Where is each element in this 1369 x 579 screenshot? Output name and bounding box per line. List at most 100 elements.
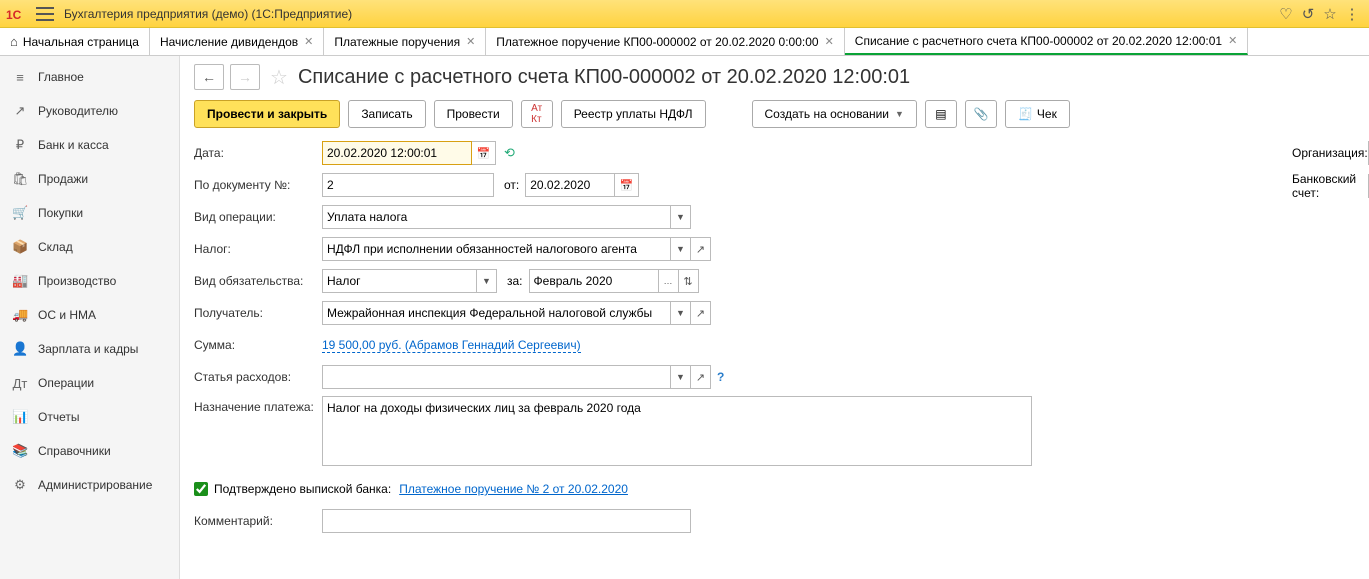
dtkt-button[interactable]: АтКт (521, 100, 553, 128)
chevron-down-icon[interactable]: ▼ (671, 205, 691, 229)
chevron-down-icon: ▼ (895, 109, 904, 119)
sidebar: ≡ Главное ↗Руководителю ₽Банк и касса 🛍Пр… (0, 56, 180, 579)
confirm-link[interactable]: Платежное поручение № 2 от 20.02.2020 (399, 482, 628, 496)
box-icon: 📦 (12, 239, 28, 255)
sidebar-item[interactable]: ⚙Администрирование (0, 468, 179, 502)
receipt-icon: 🧾 (1018, 107, 1033, 121)
close-icon[interactable]: ✕ (825, 35, 834, 48)
sidebar-item[interactable]: 🛒Покупки (0, 196, 179, 230)
favorite-star-icon[interactable]: ☆ (270, 65, 288, 90)
confirmed-checkbox[interactable] (194, 482, 208, 496)
open-icon[interactable]: ↗ (691, 237, 711, 261)
btn-label: Чек (1037, 107, 1057, 121)
recipient-select[interactable] (322, 301, 671, 325)
calendar-icon[interactable]: 📅 (472, 141, 496, 165)
cart-icon: 🛒 (12, 205, 28, 221)
check-button[interactable]: 🧾 Чек (1005, 100, 1070, 128)
logo-1c: 1С (6, 5, 28, 23)
tab-label: Платежное поручение КП00-000002 от 20.02… (496, 35, 818, 49)
sidebar-item[interactable]: ↗Руководителю (0, 94, 179, 128)
obligation-select[interactable] (322, 269, 477, 293)
btn-label: Провести и закрыть (207, 107, 327, 121)
post-button[interactable]: Провести (434, 100, 513, 128)
label-purpose: Назначение платежа: (194, 396, 322, 414)
docdate-input[interactable] (525, 173, 615, 197)
sidebar-item[interactable]: 📚Справочники (0, 434, 179, 468)
refresh-icon[interactable]: ⟲ (504, 145, 515, 161)
bell-icon[interactable]: ♡ (1275, 3, 1297, 25)
tab-label: Платежные поручения (334, 35, 460, 49)
close-icon[interactable]: ✕ (466, 35, 475, 48)
sidebar-item[interactable]: 📊Отчеты (0, 400, 179, 434)
sum-link[interactable]: 19 500,00 руб. (Абрамов Геннадий Сергеев… (322, 338, 581, 353)
tab-3[interactable]: Списание с расчетного счета КП00-000002 … (845, 28, 1249, 55)
home-icon: ⌂ (10, 34, 18, 49)
help-icon[interactable]: ? (717, 370, 724, 384)
hamburger-icon[interactable] (36, 7, 54, 21)
sidebar-item[interactable]: Дт Операции (0, 366, 179, 400)
history-icon[interactable]: ↺ (1297, 3, 1319, 25)
dtkt-icon: АтКт (531, 103, 542, 125)
tab-0[interactable]: Начисление дивидендов ✕ (150, 28, 324, 55)
tax-select[interactable] (322, 237, 671, 261)
sidebar-label: Руководителю (38, 104, 118, 118)
close-icon[interactable]: ✕ (1228, 34, 1237, 47)
sidebar-label: Производство (38, 274, 116, 288)
chevron-down-icon[interactable]: ▼ (671, 301, 691, 325)
sidebar-item[interactable]: 🚚ОС и НМА (0, 298, 179, 332)
report-icon: 📊 (12, 409, 28, 425)
sidebar-item[interactable]: 📦Склад (0, 230, 179, 264)
purpose-textarea[interactable] (322, 396, 1032, 466)
nav-back-button[interactable]: ← (194, 64, 224, 90)
label-date: Дата: (194, 146, 322, 160)
sidebar-item[interactable]: 👤Зарплата и кадры (0, 332, 179, 366)
expense-select[interactable] (322, 365, 671, 389)
calendar-icon[interactable]: 📅 (615, 173, 639, 197)
toolbar: Провести и закрыть Записать Провести АтК… (194, 100, 1355, 128)
sidebar-item[interactable]: ≡ Главное (0, 60, 179, 94)
label-exp: Статья расходов: (194, 370, 322, 384)
sidebar-label: Банк и касса (38, 138, 109, 152)
sidebar-label: Операции (38, 376, 94, 390)
label-recipient: Получатель: (194, 306, 322, 320)
nav-forward-button[interactable]: → (230, 64, 260, 90)
more-icon[interactable]: ⋮ (1341, 3, 1363, 25)
create-based-on-button[interactable]: Создать на основании▼ (752, 100, 917, 128)
dtkt-icon: Дт (12, 376, 28, 391)
sidebar-label: Главное (38, 70, 84, 84)
tab-label: Списание с расчетного счета КП00-000002 … (855, 34, 1222, 48)
label-from: от: (504, 178, 519, 192)
sidebar-label: Зарплата и кадры (38, 342, 138, 356)
chevron-down-icon[interactable]: ▼ (477, 269, 497, 293)
tab-1[interactable]: Платежные поручения ✕ (324, 28, 486, 55)
sidebar-item[interactable]: 🏭Производство (0, 264, 179, 298)
label-bank: Банковский счет: (1292, 172, 1368, 200)
list-icon: ▤ (935, 107, 946, 121)
date-input[interactable] (322, 141, 472, 165)
spinner-icon[interactable]: ⇅ (679, 269, 699, 293)
docno-input[interactable] (322, 173, 494, 197)
btn-label: Провести (447, 107, 500, 121)
star-icon[interactable]: ☆ (1319, 3, 1341, 25)
post-and-close-button[interactable]: Провести и закрыть (194, 100, 340, 128)
tab-2[interactable]: Платежное поручение КП00-000002 от 20.02… (486, 28, 844, 55)
attach-button[interactable]: 📎 (965, 100, 997, 128)
close-icon[interactable]: ✕ (304, 35, 313, 48)
save-button[interactable]: Записать (348, 100, 425, 128)
btn-label: Реестр уплаты НДФЛ (574, 107, 693, 121)
optype-select[interactable] (322, 205, 671, 229)
ndfl-registry-button[interactable]: Реестр уплаты НДФЛ (561, 100, 706, 128)
open-icon[interactable]: ↗ (691, 365, 711, 389)
chevron-down-icon[interactable]: ▼ (671, 365, 691, 389)
ellipsis-icon[interactable]: … (659, 269, 679, 293)
sidebar-item[interactable]: ₽Банк и касса (0, 128, 179, 162)
sidebar-item[interactable]: 🛍Продажи (0, 162, 179, 196)
menu-icon: ≡ (12, 70, 28, 85)
period-input[interactable] (529, 269, 659, 293)
comment-input[interactable] (322, 509, 691, 533)
chevron-down-icon[interactable]: ▼ (671, 237, 691, 261)
home-tab[interactable]: ⌂ Начальная страница (0, 28, 150, 55)
links-button[interactable]: ▤ (925, 100, 957, 128)
open-icon[interactable]: ↗ (691, 301, 711, 325)
label-docno: По документу №: (194, 178, 322, 192)
